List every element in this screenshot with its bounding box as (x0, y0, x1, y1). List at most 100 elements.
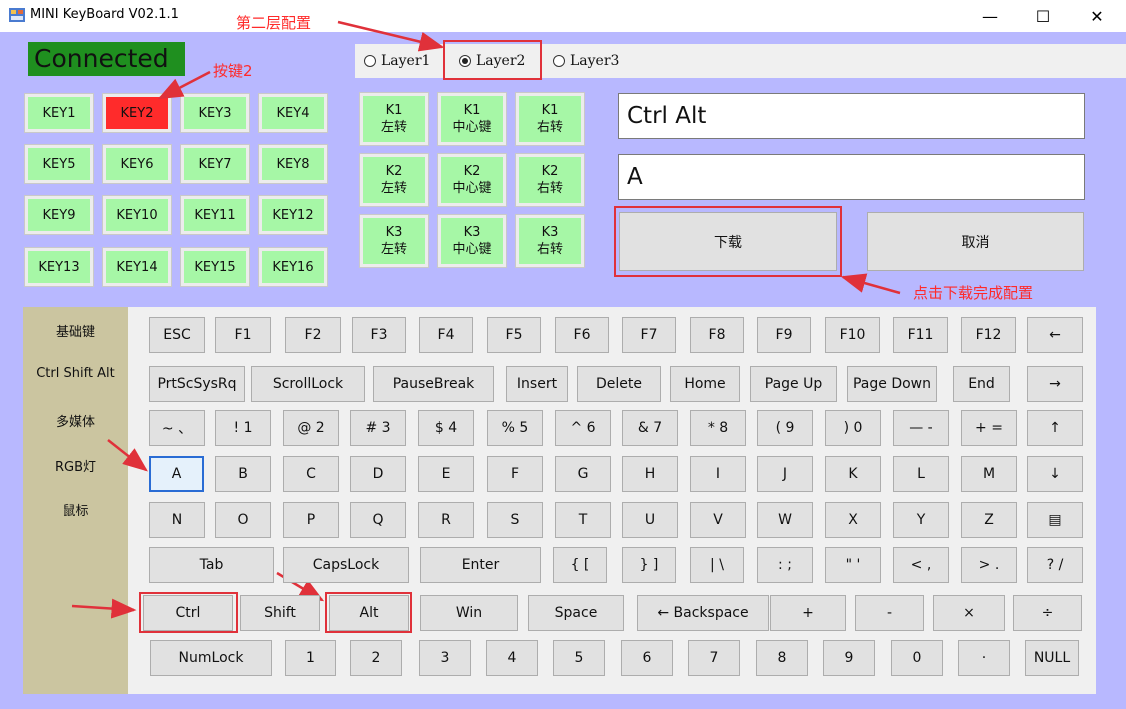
key-button-14[interactable]: KEY14 (102, 247, 172, 287)
key-e[interactable]: E (418, 456, 474, 492)
key-symbol[interactable]: } ] (622, 547, 676, 583)
key-f6[interactable]: F6 (555, 317, 609, 353)
key-s[interactable]: S (487, 502, 543, 538)
category-modifiers[interactable]: Ctrl Shift Alt (23, 366, 128, 381)
key-button-11[interactable]: KEY11 (180, 195, 250, 235)
key-button-12[interactable]: KEY12 (258, 195, 328, 235)
key-2[interactable]: 2 (350, 640, 402, 676)
key-symbol[interactable]: " ' (825, 547, 881, 583)
key-prtscsysrq[interactable]: PrtScSysRq (149, 366, 245, 402)
maximize-button[interactable]: ☐ (1020, 0, 1066, 32)
key-3[interactable]: 3 (419, 640, 471, 676)
key-c[interactable]: C (283, 456, 339, 492)
key-6[interactable]: ^ 6 (555, 410, 611, 446)
key-home[interactable]: Home (670, 366, 740, 402)
cancel-button[interactable]: 取消 (867, 212, 1084, 271)
key-button-3[interactable]: KEY3 (180, 93, 250, 133)
key-null[interactable]: NULL (1025, 640, 1079, 676)
key-button-13[interactable]: KEY13 (24, 247, 94, 287)
key-delete[interactable]: Delete (577, 366, 661, 402)
modifier-field[interactable]: Ctrl Alt (618, 93, 1085, 139)
key-f8[interactable]: F8 (690, 317, 744, 353)
key-shift[interactable]: Shift (240, 595, 320, 631)
key-symbol[interactable]: + (770, 595, 846, 631)
key-button-16[interactable]: KEY16 (258, 247, 328, 287)
key-0[interactable]: 0 (891, 640, 943, 676)
key-button-5[interactable]: KEY5 (24, 144, 94, 184)
key-k[interactable]: K (825, 456, 881, 492)
key-a[interactable]: A (149, 456, 204, 492)
key-space[interactable]: Space (528, 595, 624, 631)
layer3-radio[interactable]: Layer3 (553, 44, 619, 78)
key-symbol[interactable]: ~ 、 (149, 410, 205, 446)
encoder-k2-left-button[interactable]: K2 左转 (359, 153, 429, 207)
key-l[interactable]: L (893, 456, 949, 492)
key-r[interactable]: R (418, 502, 474, 538)
key-5[interactable]: 5 (553, 640, 605, 676)
key-9[interactable]: 9 (823, 640, 875, 676)
key-m[interactable]: M (961, 456, 1017, 492)
key-insert[interactable]: Insert (506, 366, 568, 402)
key-h[interactable]: H (622, 456, 678, 492)
key-v[interactable]: V (690, 502, 746, 538)
key-button-6[interactable]: KEY6 (102, 144, 172, 184)
key-n[interactable]: N (149, 502, 205, 538)
key-button-15[interactable]: KEY15 (180, 247, 250, 287)
key-symbol[interactable]: — - (893, 410, 949, 446)
key-symbol[interactable]: + = (961, 410, 1017, 446)
key-1[interactable]: 1 (285, 640, 336, 676)
key-q[interactable]: Q (350, 502, 406, 538)
key-field[interactable]: A (618, 154, 1085, 200)
encoder-k2-right-button[interactable]: K2 右转 (515, 153, 585, 207)
key-t[interactable]: T (555, 502, 611, 538)
category-mouse[interactable]: 鼠标 (23, 500, 128, 519)
key-symbol[interactable]: { [ (553, 547, 607, 583)
key-g[interactable]: G (555, 456, 611, 492)
encoder-k1-center-button[interactable]: K1 中心键 (437, 92, 507, 146)
key-button-7[interactable]: KEY7 (180, 144, 250, 184)
key-0[interactable]: ) 0 (825, 410, 881, 446)
key-f11[interactable]: F11 (893, 317, 948, 353)
encoder-k2-center-button[interactable]: K2 中心键 (437, 153, 507, 207)
key-3[interactable]: # 3 (350, 410, 406, 446)
key-symbol[interactable]: - (855, 595, 924, 631)
key-f7[interactable]: F7 (622, 317, 676, 353)
key-symbol[interactable]: < , (893, 547, 949, 583)
key-4[interactable]: $ 4 (418, 410, 474, 446)
key-symbol[interactable]: × (933, 595, 1005, 631)
key-scrolllock[interactable]: ScrollLock (251, 366, 365, 402)
key-symbol[interactable]: > . (961, 547, 1017, 583)
key-6[interactable]: 6 (621, 640, 673, 676)
key-7[interactable]: & 7 (622, 410, 678, 446)
key-w[interactable]: W (757, 502, 813, 538)
key-f9[interactable]: F9 (757, 317, 811, 353)
key-ctrl[interactable]: Ctrl (143, 595, 233, 631)
key-symbol[interactable]: | \ (690, 547, 744, 583)
key-b[interactable]: B (215, 456, 271, 492)
key-f3[interactable]: F3 (352, 317, 406, 353)
key-symbol[interactable]: ? / (1027, 547, 1083, 583)
key-f12[interactable]: F12 (961, 317, 1016, 353)
key-enter[interactable]: Enter (420, 547, 541, 583)
key-symbol[interactable]: ↑ (1027, 410, 1083, 446)
key-backspace[interactable]: ← Backspace (637, 595, 769, 631)
minimize-button[interactable]: — (967, 0, 1013, 32)
key-j[interactable]: J (757, 456, 813, 492)
key-pausebreak[interactable]: PauseBreak (373, 366, 494, 402)
encoder-k3-center-button[interactable]: K3 中心键 (437, 214, 507, 268)
key-o[interactable]: O (215, 502, 271, 538)
key-7[interactable]: 7 (688, 640, 740, 676)
key-symbol[interactable]: ↓ (1027, 456, 1083, 492)
key-symbol[interactable]: : ; (757, 547, 813, 583)
key-f10[interactable]: F10 (825, 317, 880, 353)
key-f4[interactable]: F4 (419, 317, 473, 353)
key-page-down[interactable]: Page Down (847, 366, 937, 402)
key-y[interactable]: Y (893, 502, 949, 538)
key-1[interactable]: ! 1 (215, 410, 271, 446)
key-f[interactable]: F (487, 456, 543, 492)
key-f1[interactable]: F1 (215, 317, 271, 353)
key-win[interactable]: Win (420, 595, 518, 631)
key-button-4[interactable]: KEY4 (258, 93, 328, 133)
key-f5[interactable]: F5 (487, 317, 541, 353)
key-tab[interactable]: Tab (149, 547, 274, 583)
